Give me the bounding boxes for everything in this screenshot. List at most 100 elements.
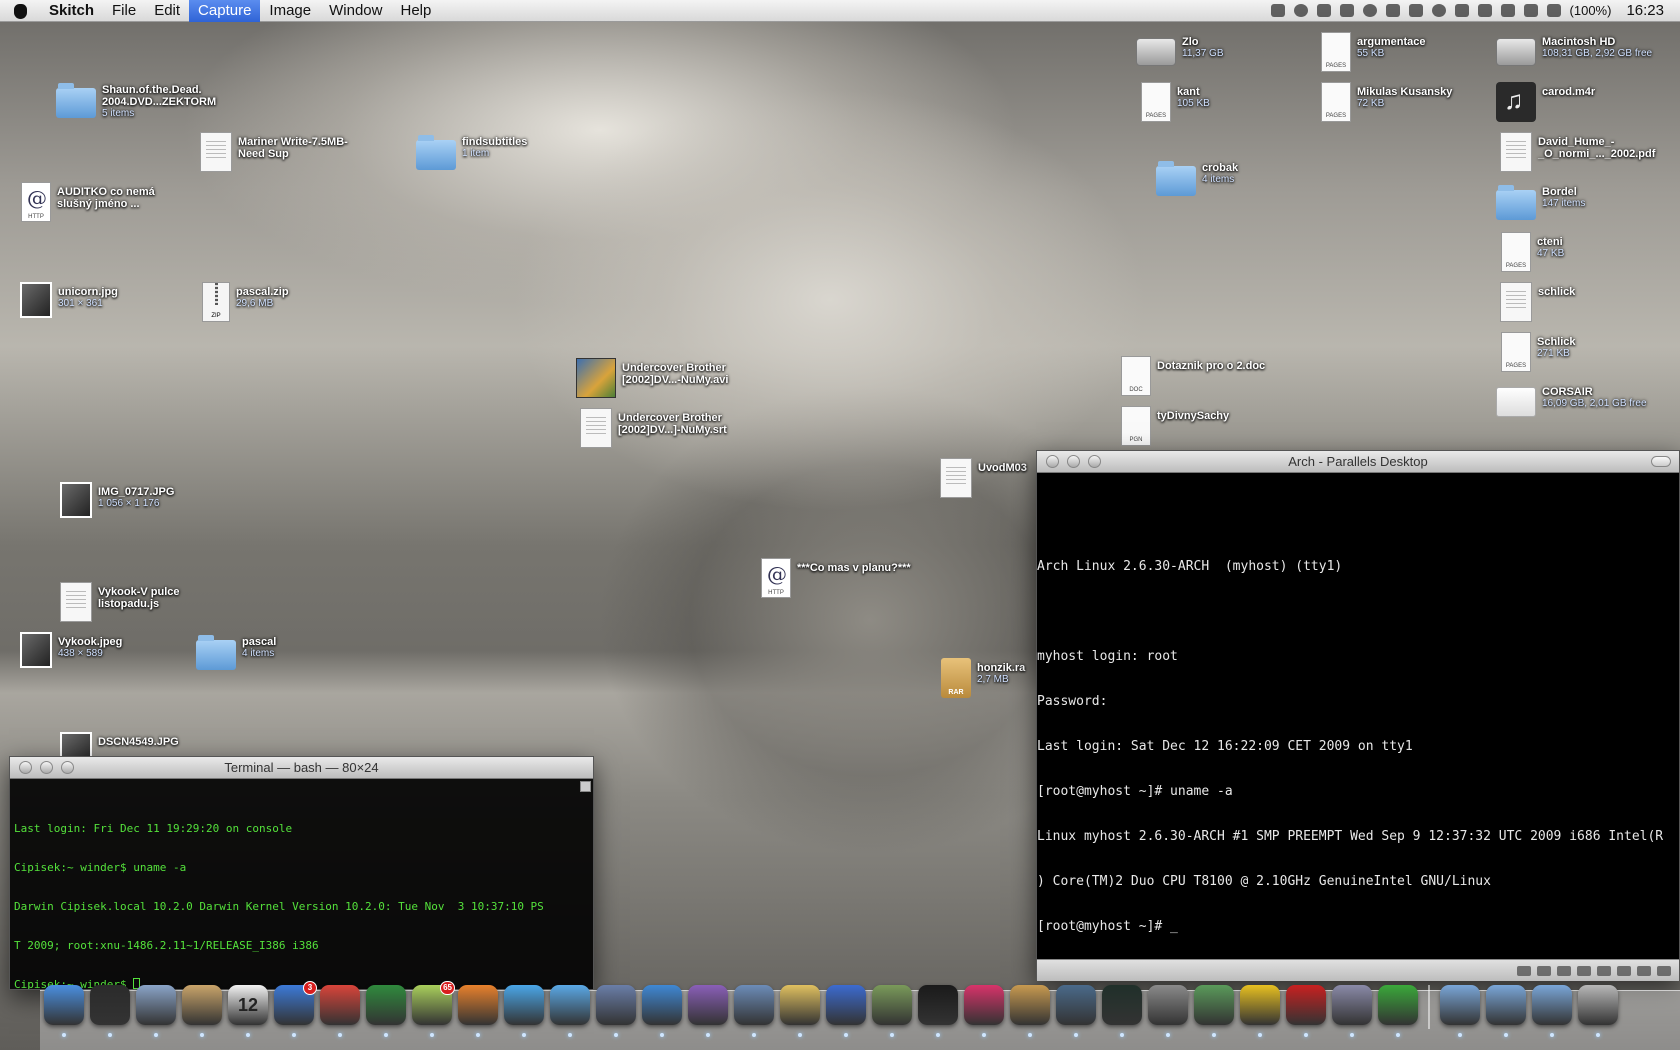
battery-percent[interactable]: (100%)	[1570, 3, 1612, 18]
mail-icon[interactable]	[136, 985, 176, 1037]
zoom-button[interactable]	[61, 761, 74, 774]
vm-console[interactable]: Arch Linux 2.6.30-ARCH (myhost) (tty1) m…	[1037, 473, 1679, 959]
desktop-item[interactable]: crobak 4 items	[1156, 158, 1238, 196]
finder-icon[interactable]	[44, 985, 84, 1037]
ical-icon[interactable]: 12	[228, 985, 268, 1037]
dropbox-icon[interactable]	[1339, 4, 1354, 17]
keyboard-icon[interactable]	[1517, 965, 1531, 976]
minimize-button[interactable]	[1067, 455, 1080, 468]
desktop-item[interactable]: UvodM03	[936, 458, 1027, 498]
documents-stack-icon[interactable]	[1440, 985, 1480, 1037]
time-machine-menu-icon[interactable]	[1431, 4, 1446, 17]
desktop-item[interactable]: IMG_0717.JPG 1 056 × 1 176	[56, 482, 174, 518]
memory-icon[interactable]	[1385, 4, 1400, 17]
desktop-item[interactable]: PAGES kant 105 KB	[1136, 82, 1210, 122]
textmate-icon[interactable]	[688, 985, 728, 1037]
activity-monitor-icon[interactable]	[1102, 985, 1142, 1037]
menu-image[interactable]: Image	[260, 0, 320, 22]
desktop-item[interactable]: Bordel 147 items	[1496, 182, 1585, 220]
menu-help[interactable]: Help	[391, 0, 440, 22]
app-store-icon[interactable]	[826, 985, 866, 1037]
sound-icon[interactable]	[1617, 965, 1631, 976]
desktop-item[interactable]: pascal 4 items	[196, 632, 276, 670]
network-icon[interactable]	[1597, 965, 1611, 976]
applications-stack-icon[interactable]	[1532, 985, 1572, 1037]
hard-disk-icon[interactable]	[1577, 965, 1591, 976]
creative-cloud-icon[interactable]	[1362, 4, 1377, 17]
mesh-icon[interactable]	[964, 985, 1004, 1037]
desktop-item[interactable]: PAGES Schlick 271 KB	[1496, 332, 1576, 372]
volume-icon[interactable]	[1500, 4, 1515, 17]
menu-file[interactable]: File	[103, 0, 145, 22]
quicktime-icon[interactable]	[642, 985, 682, 1037]
sync-icon[interactable]	[1270, 4, 1285, 17]
mojito-icon[interactable]: 65	[412, 981, 455, 1037]
system-preferences-icon[interactable]	[1148, 985, 1188, 1037]
parallels-titlebar[interactable]: Arch - Parallels Desktop	[1037, 451, 1679, 473]
input-flag-icon[interactable]	[1523, 4, 1538, 17]
things-icon[interactable]: 3	[274, 981, 317, 1037]
desktop-item[interactable]: Mariner Write-7.5MB- Need Sup	[196, 132, 348, 172]
desktop-item[interactable]: Undercover Brother [2002]DV...-NuMy.avi	[576, 358, 728, 398]
desktop-item[interactable]: PAGES Mikulas Kusansky 72 KB	[1316, 82, 1452, 122]
menu-capture[interactable]: Capture	[189, 0, 261, 22]
desktop-item[interactable]: Zlo 11,37 GB	[1136, 32, 1224, 66]
toolbar-toggle-button[interactable]	[1651, 456, 1671, 467]
downloads-stack-icon[interactable]	[1486, 985, 1526, 1037]
desktop-item[interactable]: David_Hume_- _O_normi_..._2002.pdf	[1496, 132, 1655, 172]
desktop-item[interactable]: Macintosh HD 108,31 GB, 2,92 GB free	[1496, 32, 1652, 66]
battery-icon[interactable]	[1546, 4, 1561, 17]
xcode-icon[interactable]	[596, 985, 636, 1037]
terminal-icon[interactable]	[918, 985, 958, 1037]
desktop-item[interactable]: HTTP ***Co mas v planu?***	[756, 558, 911, 598]
usb-icon[interactable]	[1637, 965, 1651, 976]
pencil-icon[interactable]	[780, 985, 820, 1037]
parallels-icon[interactable]	[1286, 985, 1326, 1037]
terminal-window[interactable]: Terminal — bash — 80×24 Last login: Fri …	[9, 756, 594, 990]
desktop-item[interactable]: DOC Dotaznik pro o 2.doc	[1116, 356, 1265, 396]
messenger-icon[interactable]	[504, 985, 544, 1037]
desktop-item[interactable]: HTTP AUDITKO co nemá slušný jméno ...	[16, 182, 155, 222]
desktop-item[interactable]: RAR honzik.ra 2,7 MB	[936, 658, 1025, 698]
skype-icon[interactable]	[1316, 4, 1331, 17]
desktop-item[interactable]: ZIP pascal.zip 29,6 MB	[196, 282, 289, 322]
iphoto-icon[interactable]	[1010, 985, 1050, 1037]
desktop-item[interactable]: Vykook-V pulce listopadu.js	[56, 582, 180, 622]
cyberduck-icon[interactable]	[1240, 985, 1280, 1037]
menu-clock[interactable]: 16:23	[1626, 2, 1664, 19]
time-machine-icon[interactable]	[1056, 985, 1096, 1037]
display-icon[interactable]	[1408, 4, 1423, 17]
mouse-icon[interactable]	[1657, 965, 1671, 976]
terminal-output[interactable]: Last login: Fri Dec 11 19:29:20 on conso…	[10, 779, 593, 989]
desktop-item[interactable]: Undercover Brother [2002]DV...]-NuMy.srt	[576, 408, 727, 448]
zoom-button[interactable]	[1088, 455, 1101, 468]
desktop-item[interactable]: unicorn.jpg 301 × 361	[16, 282, 118, 318]
wifi-icon[interactable]	[1477, 4, 1492, 17]
trash-icon[interactable]	[1578, 985, 1618, 1037]
desktop-item[interactable]: PAGES cteni 47 KB	[1496, 232, 1564, 272]
close-button[interactable]	[1046, 455, 1059, 468]
preview-icon[interactable]	[1194, 985, 1234, 1037]
address-book-icon[interactable]	[182, 985, 222, 1037]
desktop-item[interactable]: Vykook.jpeg 438 × 589	[16, 632, 122, 668]
desktop-item[interactable]: CORSAIR 16,09 GB, 2,01 GB free	[1496, 382, 1647, 417]
desktop-item[interactable]: PGN tyDivnySachy	[1116, 406, 1229, 446]
floppy-icon[interactable]	[1537, 965, 1551, 976]
menu-app-name[interactable]: Skitch	[40, 0, 103, 22]
onyx-icon[interactable]	[1293, 4, 1308, 17]
menu-window[interactable]: Window	[320, 0, 391, 22]
desktop-item[interactable]: Shaun.of.the.Dead. 2004.DVD...ZEKTORM 5 i…	[56, 80, 216, 120]
adium-icon[interactable]	[366, 985, 406, 1037]
menu-edit[interactable]: Edit	[145, 0, 189, 22]
parallels-window[interactable]: Arch - Parallels Desktop Arch Linux 2.6.…	[1036, 450, 1680, 981]
desktop-item[interactable]: findsubtitles 1 item	[416, 132, 527, 170]
terminal-titlebar[interactable]: Terminal — bash — 80×24	[10, 757, 593, 779]
bluetooth-icon[interactable]	[1454, 4, 1469, 17]
apple-menu-icon[interactable]	[0, 1, 40, 20]
utorrent-icon[interactable]	[1378, 985, 1418, 1037]
chrome-icon[interactable]	[320, 985, 360, 1037]
desktop-item[interactable]: schlick	[1496, 282, 1575, 322]
itunes-icon[interactable]	[550, 985, 590, 1037]
desktop-item[interactable]: PAGES argumentace 55 KB	[1316, 32, 1425, 72]
dashboard-icon[interactable]	[90, 985, 130, 1037]
